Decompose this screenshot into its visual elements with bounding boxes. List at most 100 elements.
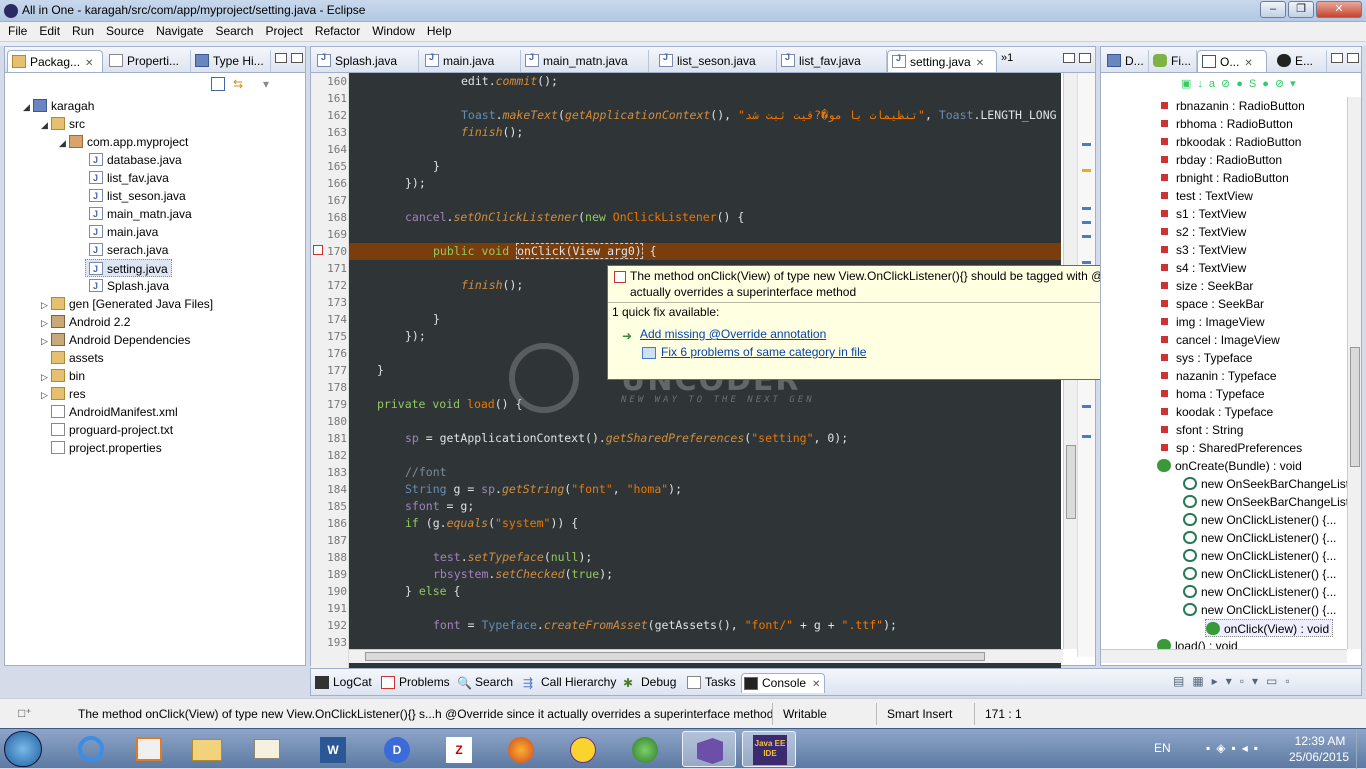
outline-item[interactable]: rbnight : RadioButton	[1157, 169, 1289, 187]
tree-bin[interactable]: ▷ bin	[41, 367, 85, 385]
error-marker-icon[interactable]	[313, 245, 323, 255]
outline-item[interactable]: onClick(View) : void	[1205, 619, 1334, 637]
outline-item[interactable]: new OnSeekBarChangeListener	[1183, 493, 1347, 511]
scrollbar-thumb[interactable]	[365, 652, 985, 661]
outline-item[interactable]: img : ImageView	[1157, 313, 1264, 331]
close-icon[interactable]: ✕	[812, 679, 820, 690]
outline-item[interactable]: sp : SharedPreferences	[1157, 439, 1302, 457]
link-editor-icon[interactable]: ⇆	[233, 77, 249, 91]
tree-file[interactable]: serach.java	[89, 241, 168, 259]
tree-package[interactable]: ◢ com.app.myproject	[59, 133, 188, 151]
scrollbar-thumb[interactable]	[1066, 445, 1076, 519]
close-icon[interactable]: ✕	[85, 58, 93, 69]
horizontal-scrollbar[interactable]	[349, 649, 1063, 663]
tab-console[interactable]: Console ✕	[741, 673, 826, 693]
minimize-view-icon[interactable]	[1331, 53, 1343, 63]
tree-file[interactable]: Splash.java	[89, 277, 169, 295]
outline-item[interactable]: homa : Typeface	[1157, 385, 1265, 403]
collapse-all-icon[interactable]	[211, 77, 225, 91]
tree-properties[interactable]: project.properties	[51, 439, 162, 457]
outline-item[interactable]: rbhoma : RadioButton	[1157, 115, 1293, 133]
maximize-view-icon[interactable]	[291, 53, 303, 63]
tab-setting[interactable]: setting.java✕	[887, 50, 997, 72]
outline-toolbar[interactable]: ▣↓a⊘●S●⊘▾	[1181, 77, 1361, 91]
tab-logcat[interactable]: LogCat	[313, 673, 376, 693]
d-app-icon[interactable]: D	[370, 731, 424, 767]
tree-file[interactable]: database.java	[89, 151, 182, 169]
start-button[interactable]	[4, 731, 42, 767]
close-icon[interactable]: ✕	[1244, 58, 1252, 69]
tree-project[interactable]: ◢ karagah	[23, 97, 94, 115]
visual-studio-icon[interactable]	[682, 731, 736, 767]
z-app-icon[interactable]: Z	[432, 731, 486, 767]
tab-d[interactable]: D...	[1103, 50, 1149, 72]
tab-call-hierarchy[interactable]: ⇶ Call Hierarchy	[521, 673, 620, 693]
tree-gen[interactable]: ▷ gen [Generated Java Files]	[41, 295, 213, 313]
explorer-icon[interactable]	[180, 731, 234, 767]
code-editor[interactable]: edit.commit(); Toast.makeText(getApplicat…	[349, 73, 1061, 695]
menu-source[interactable]: Source	[102, 22, 148, 38]
media-player-icon[interactable]	[122, 731, 176, 767]
outline-item[interactable]: onCreate(Bundle) : void	[1157, 457, 1302, 475]
tree-deps[interactable]: ▷ Android Dependencies	[41, 331, 190, 349]
outline-item[interactable]: new OnClickListener() {...	[1183, 529, 1336, 547]
clock-time[interactable]: 12:39 AM	[1290, 734, 1350, 748]
clock-date[interactable]: 25/06/2015	[1284, 750, 1354, 764]
menu-edit[interactable]: Edit	[35, 22, 64, 38]
tab-list-seson[interactable]: list_seson.java	[655, 50, 777, 72]
ie-icon[interactable]	[64, 731, 118, 767]
outline-scrollbar[interactable]	[1347, 97, 1361, 649]
outline-item[interactable]: s3 : TextView	[1157, 241, 1246, 259]
minimize-view-icon[interactable]	[275, 53, 287, 63]
tree-file[interactable]: list_fav.java	[89, 169, 169, 187]
outline-item[interactable]: new OnClickListener() {...	[1183, 565, 1336, 583]
outline-item[interactable]: new OnClickListener() {...	[1183, 601, 1336, 619]
tree-android[interactable]: ▷ Android 2.2	[41, 313, 130, 331]
tree-manifest[interactable]: AndroidManifest.xml	[51, 403, 178, 421]
tab-outline[interactable]: O... ✕	[1197, 50, 1267, 72]
tab-debug[interactable]: ✱ Debug	[621, 673, 680, 693]
word-icon[interactable]: W	[306, 731, 360, 767]
scrollbar-thumb[interactable]	[1350, 347, 1360, 467]
view-menu-icon[interactable]: ▾	[263, 77, 277, 91]
system-tray-icons[interactable]: ▪◈▪◂▪	[1206, 741, 1296, 757]
maximize-button[interactable]: ❐	[1288, 1, 1314, 18]
tab-tasks[interactable]: Tasks	[685, 673, 740, 693]
tree-file[interactable]: main_matn.java	[89, 205, 192, 223]
outline-item[interactable]: space : SeekBar	[1157, 295, 1264, 313]
outline-item[interactable]: rbnazanin : RadioButton	[1157, 97, 1305, 115]
outline-item[interactable]: s2 : TextView	[1157, 223, 1246, 241]
language-indicator[interactable]: EN	[1154, 741, 1171, 755]
tab-package-explorer[interactable]: Packag... ✕	[7, 50, 103, 72]
console-toolbar[interactable]: ▤▦▸▾▫▾▭▫	[1173, 674, 1353, 690]
minimize-button[interactable]: –	[1260, 1, 1286, 18]
maximize-view-icon[interactable]	[1347, 53, 1359, 63]
outline-item[interactable]: cancel : ImageView	[1157, 331, 1280, 349]
close-icon[interactable]: ✕	[976, 58, 984, 69]
book-icon[interactable]	[240, 731, 294, 767]
outline-item[interactable]: koodak : Typeface	[1157, 403, 1273, 421]
quickfix-fix-all-link[interactable]: Fix 6 problems of same category in file	[661, 345, 866, 359]
tab-e[interactable]: E...	[1273, 50, 1327, 72]
menu-file[interactable]: File	[4, 22, 31, 38]
outline-item[interactable]: s1 : TextView	[1157, 205, 1246, 223]
more-tabs-indicator[interactable]: »1	[1001, 52, 1013, 64]
tree-assets[interactable]: assets	[51, 349, 104, 367]
tree-proguard[interactable]: proguard-project.txt	[51, 421, 173, 439]
firefox-icon[interactable]	[494, 731, 548, 767]
outline-hscrollbar[interactable]	[1101, 649, 1347, 663]
minimize-view-icon[interactable]	[1063, 53, 1075, 63]
download-manager-icon[interactable]	[618, 731, 672, 767]
menu-search[interactable]: Search	[211, 22, 257, 38]
tab-fi[interactable]: Fi...	[1149, 50, 1197, 72]
outline-item[interactable]: new OnSeekBarChangeListener	[1183, 475, 1347, 493]
fast-view-icon[interactable]: □⁺	[18, 706, 32, 720]
tab-properties[interactable]: Properti...	[105, 50, 191, 72]
tab-type-hierarchy[interactable]: Type Hi...	[191, 50, 271, 72]
tab-main[interactable]: main.java	[421, 50, 521, 72]
outline-item[interactable]: new OnClickListener() {...	[1183, 547, 1336, 565]
tree-res[interactable]: ▷ res	[41, 385, 86, 403]
menu-window[interactable]: Window	[368, 22, 419, 38]
tree-src[interactable]: ◢ src	[41, 115, 85, 133]
tab-problems[interactable]: Problems	[379, 673, 454, 693]
